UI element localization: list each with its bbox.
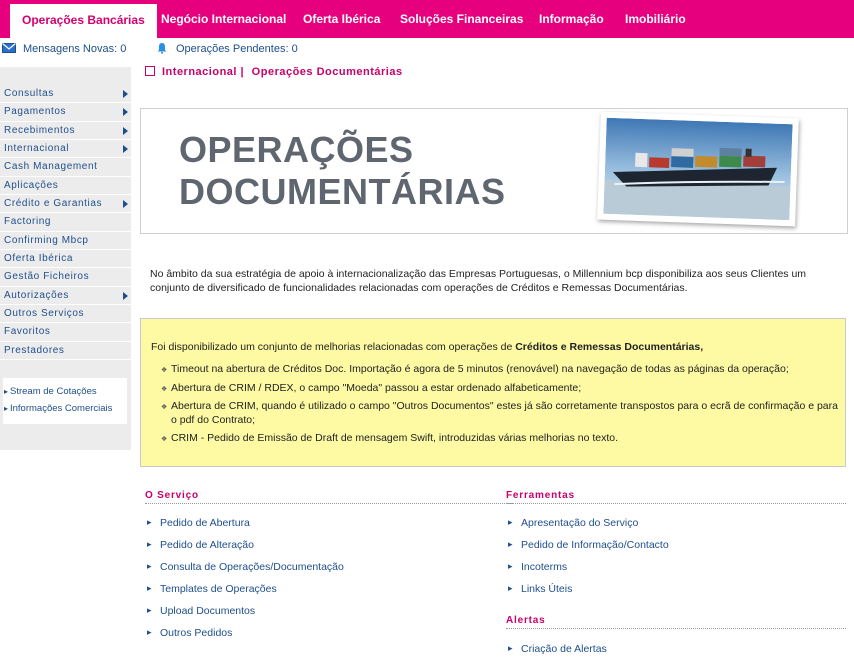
notice-text: Foi disponibilizado um conjunto de melho… [151,341,704,353]
intro-text: No âmbito da sua estratégia de apoio à i… [150,268,807,294]
page-icon [145,66,155,76]
chevron-right-icon [123,126,128,135]
link-templates-operacoes[interactable]: Templates de Operações [147,583,277,595]
sidebar-item-outros-servicos[interactable]: Outros Serviços [0,305,131,324]
new-messages-link[interactable]: Mensagens Novas: 0 [23,43,126,55]
bell-icon [157,43,167,54]
sidebar-item-gestao-ficheiros[interactable]: Gestão Ficheiros [0,268,131,287]
link-apresentacao-servico[interactable]: Apresentação do Serviço [508,517,638,529]
list-item: CRIM - Pedido de Emissão de Draft de men… [161,432,841,446]
top-navigation: Operações Bancárias Negócio Internaciona… [0,0,854,38]
envelope-icon [2,43,16,53]
sidebar-item-internacional[interactable]: Internacional [0,140,131,159]
link-pedido-informacao[interactable]: Pedido de Informação/Contacto [508,539,669,551]
quick-links-box: Stream de Cotações Informações Comerciai… [3,378,127,424]
quick-link-stream-cotacoes[interactable]: Stream de Cotações [4,386,97,397]
sidebar-item-pagamentos[interactable]: Pagamentos [0,103,131,122]
chevron-right-icon [123,291,128,300]
breadcrumb-separator: | [240,66,245,78]
link-upload-documentos[interactable]: Upload Documentos [147,605,255,617]
tab-oferta-iberica[interactable]: Oferta Ibérica [303,0,380,38]
tab-imobiliario[interactable]: Imobiliário [625,0,686,38]
list-item: Abertura de CRIM / RDEX, o campo "Moeda"… [161,382,841,396]
breadcrumb: Internacional | Operações Documentárias [145,66,403,78]
section-title-ferramentas: Ferramentas [506,490,846,504]
sidebar-item-favoritos[interactable]: Favoritos [0,323,131,342]
pending-operations-link[interactable]: Operações Pendentes: 0 [176,43,298,55]
link-incoterms[interactable]: Incoterms [508,561,567,573]
link-outros-pedidos[interactable]: Outros Pedidos [147,627,232,639]
chevron-right-icon [123,200,128,209]
tab-operacoes-bancarias[interactable]: Operações Bancárias [10,4,157,38]
link-links-uteis[interactable]: Links Úteis [508,583,572,595]
sidebar-item-consultas[interactable]: Consultas [0,85,131,104]
sidebar-item-factoring[interactable]: Factoring [0,213,131,232]
cargo-ship-photo [597,111,799,227]
breadcrumb-page: Operações Documentárias [251,66,403,78]
link-consulta-operacoes[interactable]: Consulta de Operações/Documentação [147,561,344,573]
link-criacao-alertas[interactable]: Criação de Alertas [508,643,607,655]
sidebar-item-confirming[interactable]: Confirming Mbcp [0,232,131,251]
sidebar-item-prestadores[interactable]: Prestadores [0,342,131,361]
chevron-right-icon [123,145,128,154]
sidebar-item-credito-garantias[interactable]: Crédito e Garantias [0,195,131,214]
tab-solucoes-financeiras[interactable]: Soluções Financeiras [400,0,523,38]
banner-title-line1: OPERAÇÕES [179,129,414,170]
status-bar: Mensagens Novas: 0 Operações Pendentes: … [0,38,854,60]
sidebar-item-autorizacoes[interactable]: Autorizações [0,287,131,306]
chevron-right-icon [123,90,128,98]
quick-link-informacoes-comerciais[interactable]: Informações Comerciais [4,403,112,414]
list-item: Timeout na abertura de Créditos Doc. Imp… [161,363,841,377]
sidebar-item-cash-management[interactable]: Cash Management [0,158,131,177]
chevron-right-icon [123,108,128,117]
page-banner: OPERAÇÕES DOCUMENTÁRIAS [140,108,848,234]
tab-informacao[interactable]: Informação [539,0,604,38]
section-title-alertas: Alertas [506,615,846,629]
banner-title-line2: DOCUMENTÁRIAS [179,171,506,212]
breadcrumb-section[interactable]: Internacional [162,66,237,78]
sidebar: Consultas Pagamentos Recebimentos Intern… [0,67,131,450]
notice-box: Foi disponibilizado um conjunto de melho… [140,318,846,467]
section-title-servico: O Serviço [145,490,513,504]
sidebar-menu: Consultas Pagamentos Recebimentos Intern… [0,85,131,361]
sidebar-item-aplicacoes[interactable]: Aplicações [0,177,131,196]
link-pedido-alteracao[interactable]: Pedido de Alteração [147,539,254,551]
link-pedido-abertura[interactable]: Pedido de Abertura [147,517,250,529]
sidebar-item-recebimentos[interactable]: Recebimentos [0,122,131,141]
list-item: Abertura de CRIM, quando é utilizado o c… [161,400,841,427]
sidebar-item-oferta-iberica[interactable]: Oferta Ibérica [0,250,131,269]
tab-negocio-internacional[interactable]: Negócio Internacional [161,0,286,38]
notice-list: Timeout na abertura de Créditos Doc. Imp… [161,363,841,451]
